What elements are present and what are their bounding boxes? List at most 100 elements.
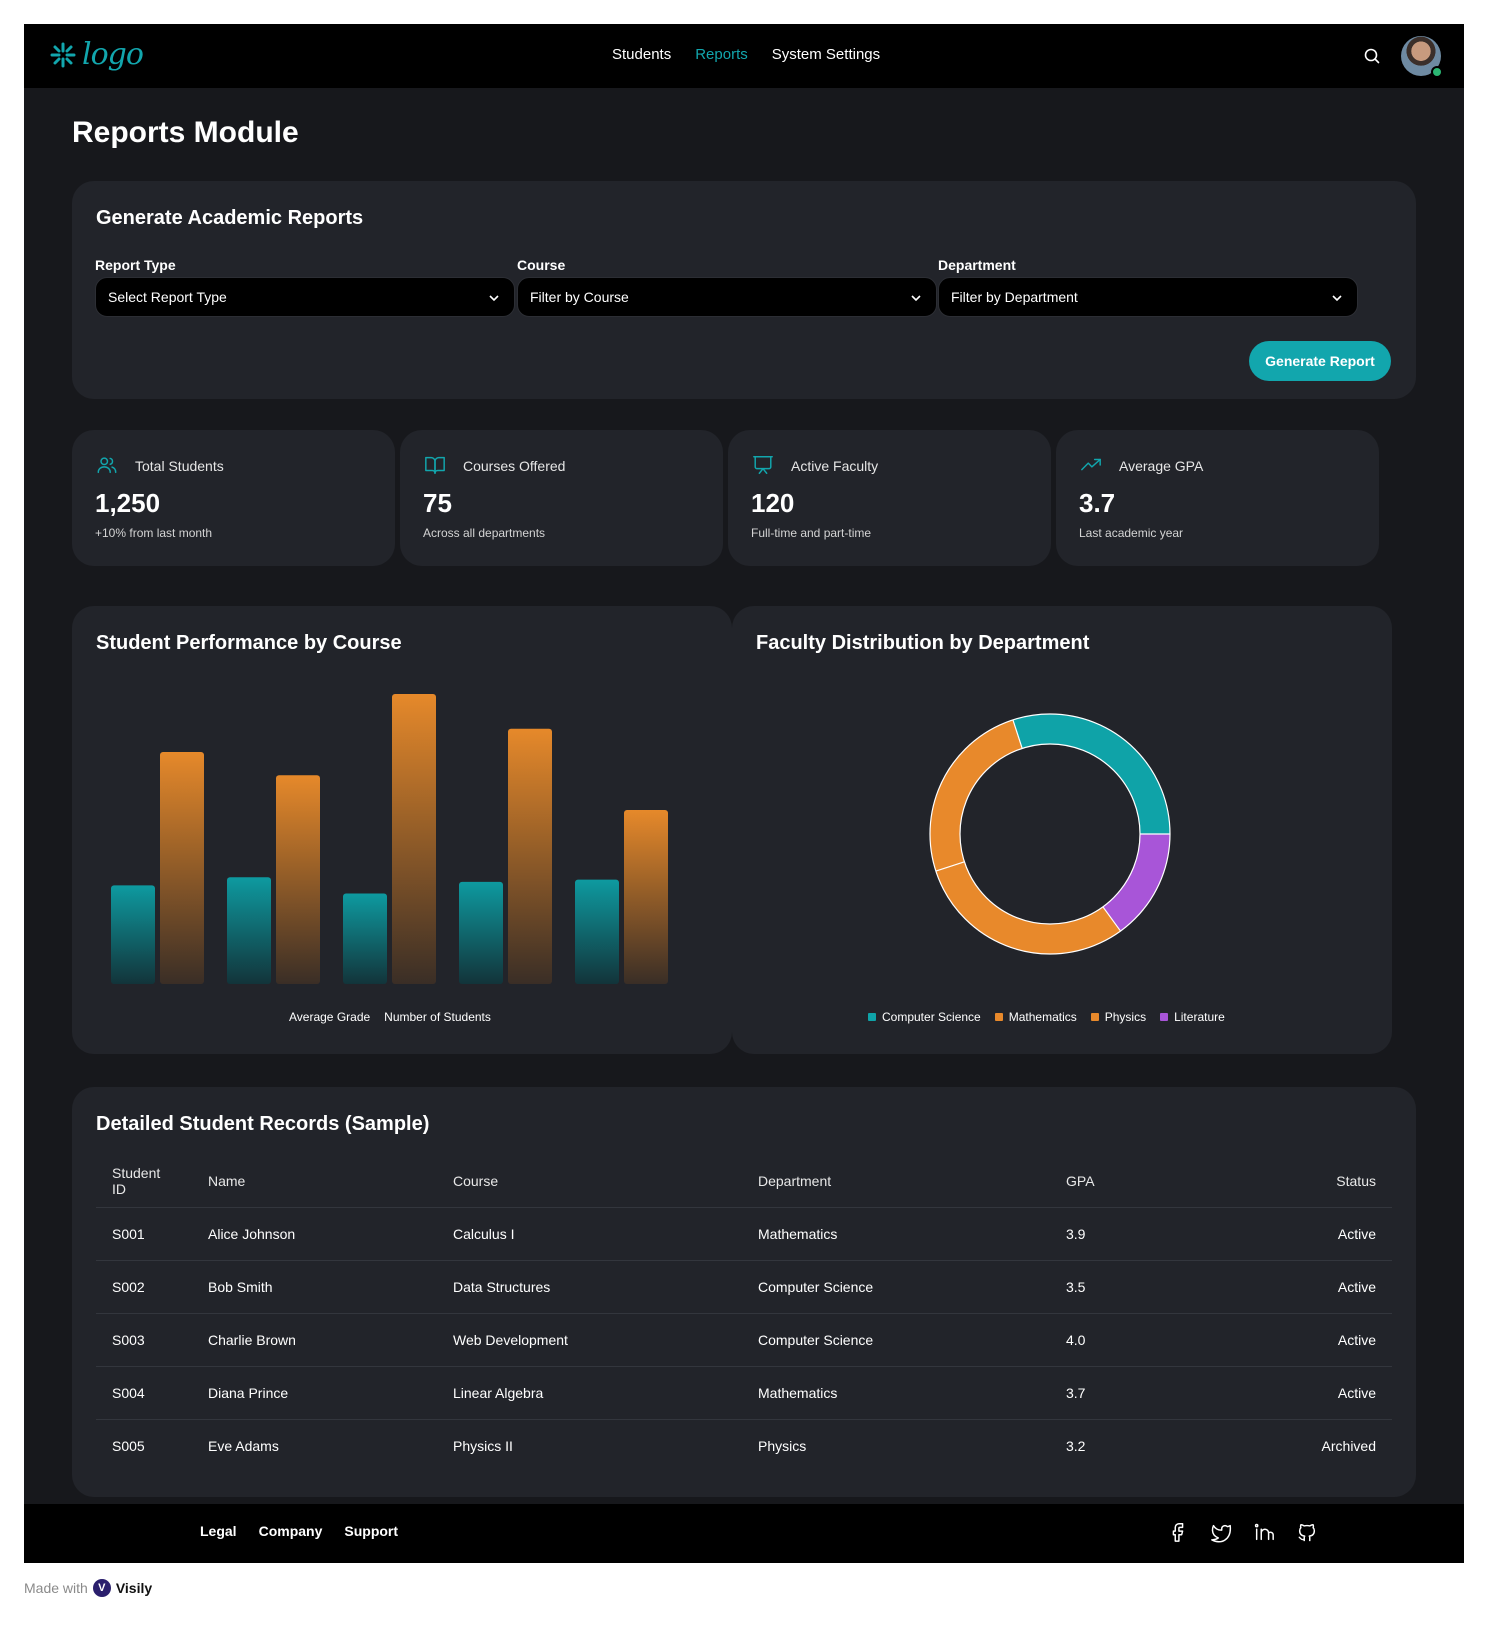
cell-course: Data Structures — [437, 1260, 742, 1314]
bar-chart-legend: Average Grade Number of Students — [289, 1010, 491, 1024]
chevron-down-icon — [911, 295, 921, 302]
stat-card-courses-offered: Courses Offered 75 Across all department… — [400, 430, 723, 566]
legend-label: Mathematics — [1008, 1010, 1077, 1024]
nav-students[interactable]: Students — [612, 46, 671, 63]
bar-average-grade-1[interactable] — [111, 885, 155, 984]
course-select[interactable]: Filter by Course — [517, 277, 937, 317]
cell-gpa: 3.5 — [1050, 1260, 1210, 1314]
social-links — [1167, 1521, 1318, 1543]
column-header-gpa[interactable]: GPA — [1050, 1155, 1210, 1208]
cell-name: Alice Johnson — [192, 1207, 437, 1261]
top-navbar: logo Students Reports System Settings — [24, 24, 1464, 88]
department-label: Department — [938, 257, 1016, 273]
bar-number-of-students-2[interactable] — [276, 775, 320, 984]
facebook-icon[interactable] — [1167, 1521, 1189, 1543]
legend-average-grade: Average Grade — [289, 1010, 371, 1024]
table-row[interactable]: S005 Eve Adams Physics II Physics 3.2 Archive… — [96, 1419, 1392, 1472]
generate-reports-card: Generate Academic Reports Report Type Se… — [72, 181, 1416, 399]
cell-name: Eve Adams — [208, 1437, 279, 1454]
bar-average-grade-4[interactable] — [459, 881, 503, 984]
users-icon — [97, 457, 117, 474]
linkedin-icon[interactable] — [1253, 1521, 1275, 1543]
legend-physics: Physics — [1090, 1010, 1147, 1024]
nav-system-settings[interactable]: System Settings — [772, 46, 880, 63]
student-performance-bar-chart — [111, 694, 668, 984]
stat-subtext: Full-time and part-time — [751, 526, 872, 540]
stat-subtext: +10% from last month — [95, 526, 213, 540]
github-icon[interactable] — [1296, 1521, 1318, 1543]
faculty-distribution-donut-chart — [929, 713, 1171, 955]
column-header-student-id[interactable]: Student ID — [96, 1155, 192, 1208]
cell-department: Mathematics — [742, 1207, 1050, 1261]
cell-status: Archived — [1321, 1437, 1376, 1454]
bar-average-grade-2[interactable] — [227, 877, 271, 984]
donut-slice-physics[interactable] — [935, 861, 1121, 954]
nav-reports[interactable]: Reports — [695, 46, 748, 63]
cell-gpa: 4.0 — [1050, 1313, 1210, 1367]
user-avatar[interactable] — [1401, 36, 1443, 78]
legend-mathematics: Mathematics — [994, 1010, 1077, 1024]
bar-number-of-students-4[interactable] — [508, 728, 552, 984]
cell-gpa: 3.7 — [1050, 1366, 1210, 1420]
main-nav: Students Reports System Settings — [612, 46, 880, 63]
cell-student-id: S002 — [96, 1260, 192, 1314]
records-title: Detailed Student Records (Sample) — [96, 1113, 430, 1135]
search-icon[interactable] — [1362, 46, 1382, 66]
student-records-table: Student ID Name Course Department GPA St… — [96, 1155, 1392, 1472]
donut-slice-literature[interactable] — [1102, 833, 1170, 932]
donut-slice-mathematics[interactable] — [930, 719, 1023, 872]
footer-link-company[interactable]: Company — [259, 1523, 323, 1539]
legend-computer-science: Computer Science — [868, 1010, 981, 1024]
stat-card-average-gpa: Average GPA 3.7 Last academic year — [1056, 430, 1379, 566]
cell-course: Calculus I — [437, 1207, 742, 1261]
logo-asterisk-icon — [50, 42, 76, 68]
column-header-department[interactable]: Department — [742, 1155, 1050, 1208]
legend-label: Physics — [1104, 1010, 1147, 1024]
bar-average-grade-5[interactable] — [575, 879, 619, 984]
twitter-icon[interactable] — [1210, 1521, 1232, 1543]
cell-student-id: S003 — [96, 1313, 192, 1367]
column-header-name[interactable]: Name — [192, 1155, 437, 1208]
table-header-row: Student ID Name Course Department GPA St… — [96, 1155, 1392, 1208]
cell-department: Computer Science — [742, 1260, 1050, 1314]
chevron-down-icon — [489, 295, 499, 302]
table-row[interactable]: S001 Alice Johnson Calculus I Mathematics 3.… — [96, 1207, 1392, 1261]
generate-report-button[interactable]: Generate Report — [1249, 341, 1391, 381]
bar-number-of-students-3[interactable] — [392, 694, 436, 984]
logo[interactable]: logo — [50, 38, 144, 72]
stat-subtext: Last academic year — [1079, 526, 1184, 540]
bar-number-of-students-5[interactable] — [624, 810, 668, 984]
department-select[interactable]: Filter by Department — [938, 277, 1358, 317]
stat-subtext: Across all departments — [423, 526, 546, 540]
cell-course: Physics II — [453, 1437, 513, 1454]
cell-student-id: S001 — [96, 1207, 192, 1261]
cell-student-id: S005 — [112, 1437, 145, 1454]
trending-up-icon — [1081, 458, 1101, 471]
column-header-status[interactable]: Status — [1210, 1155, 1392, 1208]
student-records-card: Detailed Student Records (Sample) Studen… — [72, 1087, 1416, 1497]
table-row[interactable]: S002 Bob Smith Data Structures Computer Sci… — [96, 1260, 1392, 1314]
department-value: Filter by Department — [951, 289, 1078, 305]
column-header-course[interactable]: Course — [437, 1155, 742, 1208]
table-row[interactable]: S004 Diana Prince Linear Algebra Mathematic… — [96, 1366, 1392, 1420]
report-type-select[interactable]: Select Report Type — [95, 277, 515, 317]
footer-links: Legal Company Support — [200, 1523, 398, 1539]
donut-chart-legend: Computer Science Mathematics Physics Lit… — [868, 1010, 1225, 1024]
footer-link-support[interactable]: Support — [344, 1523, 398, 1539]
cell-department: Physics — [758, 1437, 807, 1454]
footer-link-legal[interactable]: Legal — [200, 1523, 237, 1539]
watermark-prefix: Made with — [24, 1580, 88, 1596]
bar-number-of-students-1[interactable] — [160, 752, 204, 984]
bar-average-grade-3[interactable] — [343, 893, 387, 984]
table-row[interactable]: S003 Charlie Brown Web Development Computer… — [96, 1313, 1392, 1367]
generate-reports-title: Generate Academic Reports — [96, 207, 364, 229]
stat-label: Courses Offered — [463, 458, 566, 474]
watermark-brand: Visily — [115, 1580, 153, 1596]
report-type-value: Select Report Type — [108, 289, 227, 305]
stat-value: 1,250 — [95, 488, 161, 518]
stat-label: Average GPA — [1119, 458, 1204, 474]
made-with-watermark[interactable]: Made with V Visily — [24, 1579, 152, 1597]
cell-student-id: S004 — [96, 1366, 192, 1420]
legend-number-of-students: Number of Students — [384, 1010, 491, 1024]
book-open-icon — [425, 456, 445, 474]
